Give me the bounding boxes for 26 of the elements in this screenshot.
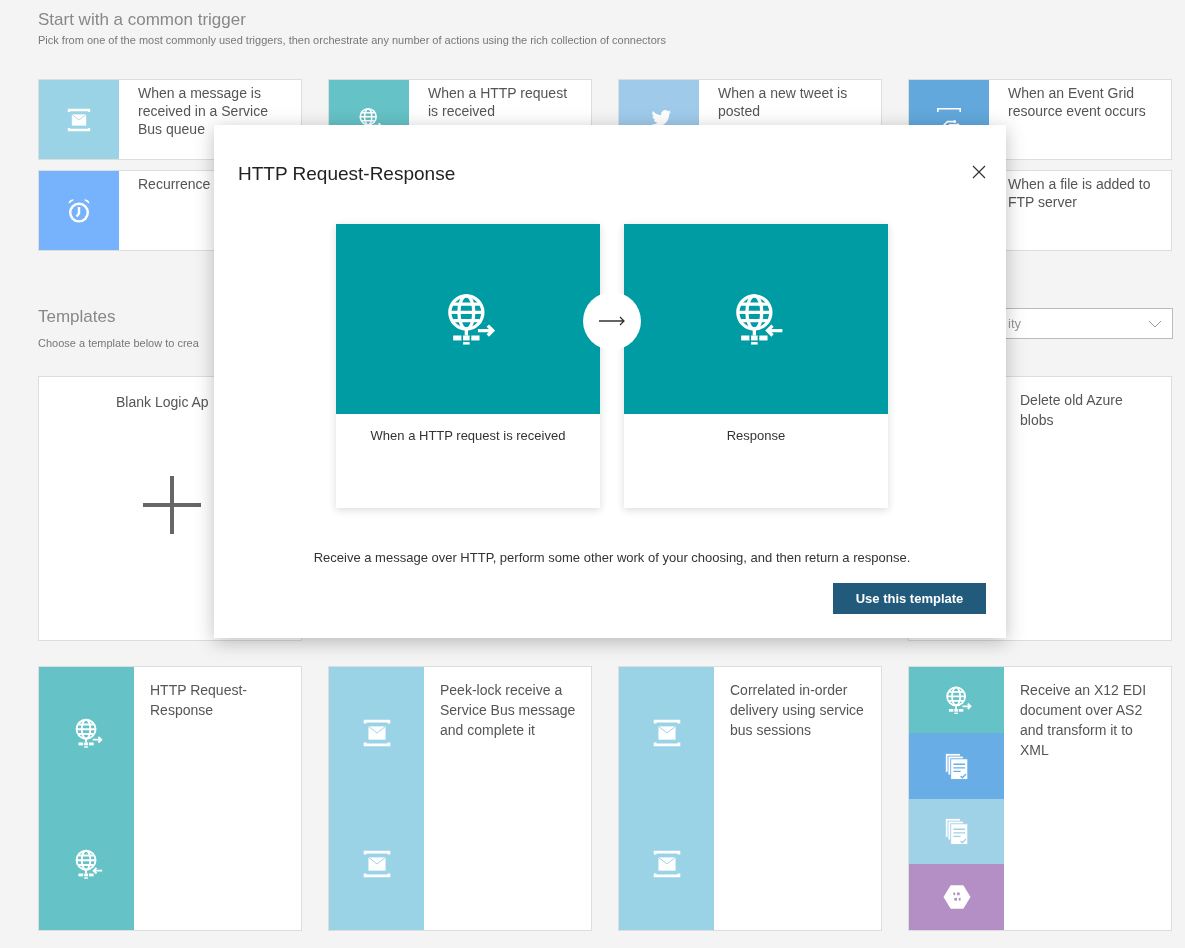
trigger-label: When a message is received in a Service Bus queue bbox=[137, 84, 269, 138]
template-card[interactable]: Correlated in-order delivery using service bus sessions bbox=[618, 666, 882, 931]
template-title: HTTP Request-Response bbox=[149, 681, 248, 720]
close-icon[interactable] bbox=[972, 165, 986, 179]
template-title: Blank Logic Ap bbox=[115, 393, 210, 410]
template-title: Delete old Azure blobs bbox=[1019, 391, 1124, 430]
trigger-label: Recurrence bbox=[137, 175, 212, 193]
plus-icon bbox=[143, 476, 201, 534]
template-card[interactable]: Peek-lock receive a Service Bus message and complete it bbox=[328, 666, 592, 931]
trigger-label: When a new tweet is posted bbox=[717, 84, 849, 120]
trigger-label: When a file is added to FTP server bbox=[1007, 175, 1152, 211]
template-title: Peek-lock receive a Service Bus message and complete it bbox=[439, 681, 577, 740]
template-title: Receive an X12 EDI document over AS2 and transform it to XML bbox=[1019, 681, 1148, 760]
section-title: Start with a common trigger bbox=[38, 9, 247, 31]
template-card[interactable]: Receive an X12 EDI document over AS2 and transform it to XML bbox=[908, 666, 1172, 931]
template-card[interactable]: HTTP Request-Response bbox=[38, 666, 302, 931]
step-label: Response bbox=[725, 428, 787, 443]
section-title: Templates bbox=[38, 306, 117, 328]
trigger-label: When a HTTP request is received bbox=[427, 84, 569, 120]
section-subtitle: Choose a template below to crea bbox=[38, 336, 199, 350]
section-subtitle: Pick from one of the most commonly used triggers, then orchestrate any number of actions using the rich collection of connectors bbox=[38, 33, 667, 47]
chevron-down-icon bbox=[1148, 319, 1162, 328]
step-label: When a HTTP request is received bbox=[369, 428, 567, 443]
use-template-button[interactable]: Use this template bbox=[833, 583, 986, 614]
trigger-label: When an Event Grid resource event occurs bbox=[1007, 84, 1147, 120]
template-title: Correlated in-order delivery using service bus sessions bbox=[729, 681, 865, 740]
